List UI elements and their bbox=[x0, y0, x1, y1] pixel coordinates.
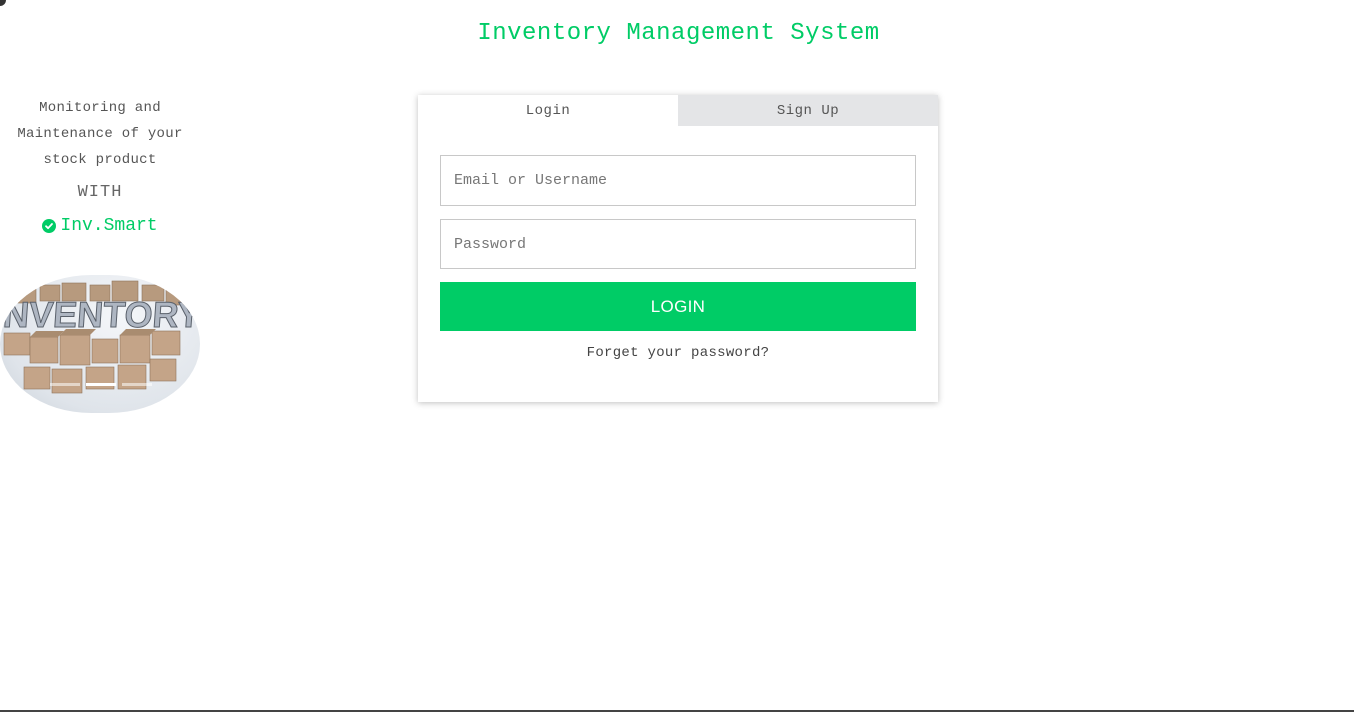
brand-name: Inv.Smart bbox=[60, 216, 158, 236]
side-panel: Monitoring and Maintenance of your stock… bbox=[0, 95, 200, 236]
with-text: WITH bbox=[77, 183, 123, 202]
image-carousel[interactable]: INVENTORY bbox=[0, 275, 200, 413]
login-card: Login Sign Up LOGIN Forget your password… bbox=[418, 95, 938, 402]
inventory-boxes-image: INVENTORY bbox=[0, 280, 200, 394]
corner-dot bbox=[0, 0, 6, 6]
tab-sign-up[interactable]: Sign Up bbox=[678, 95, 938, 126]
carousel-indicator[interactable] bbox=[122, 383, 152, 386]
forgot-password-link[interactable]: Forget your password? bbox=[418, 345, 938, 361]
carousel-indicators bbox=[50, 383, 152, 386]
carousel-indicator[interactable] bbox=[50, 383, 80, 386]
password-input[interactable] bbox=[440, 219, 916, 269]
inventory-word: INVENTORY bbox=[0, 294, 200, 335]
page-title: Inventory Management System bbox=[477, 20, 880, 47]
tagline: Monitoring and Maintenance of your stock… bbox=[17, 100, 183, 168]
check-circle-icon bbox=[42, 219, 57, 233]
email-username-input[interactable] bbox=[440, 155, 916, 206]
carousel-indicator-active[interactable] bbox=[86, 383, 116, 386]
auth-tabs: Login Sign Up bbox=[418, 95, 938, 126]
tab-login[interactable]: Login bbox=[418, 95, 678, 126]
brand: Inv.Smart bbox=[0, 216, 200, 236]
login-button[interactable]: LOGIN bbox=[440, 282, 916, 331]
